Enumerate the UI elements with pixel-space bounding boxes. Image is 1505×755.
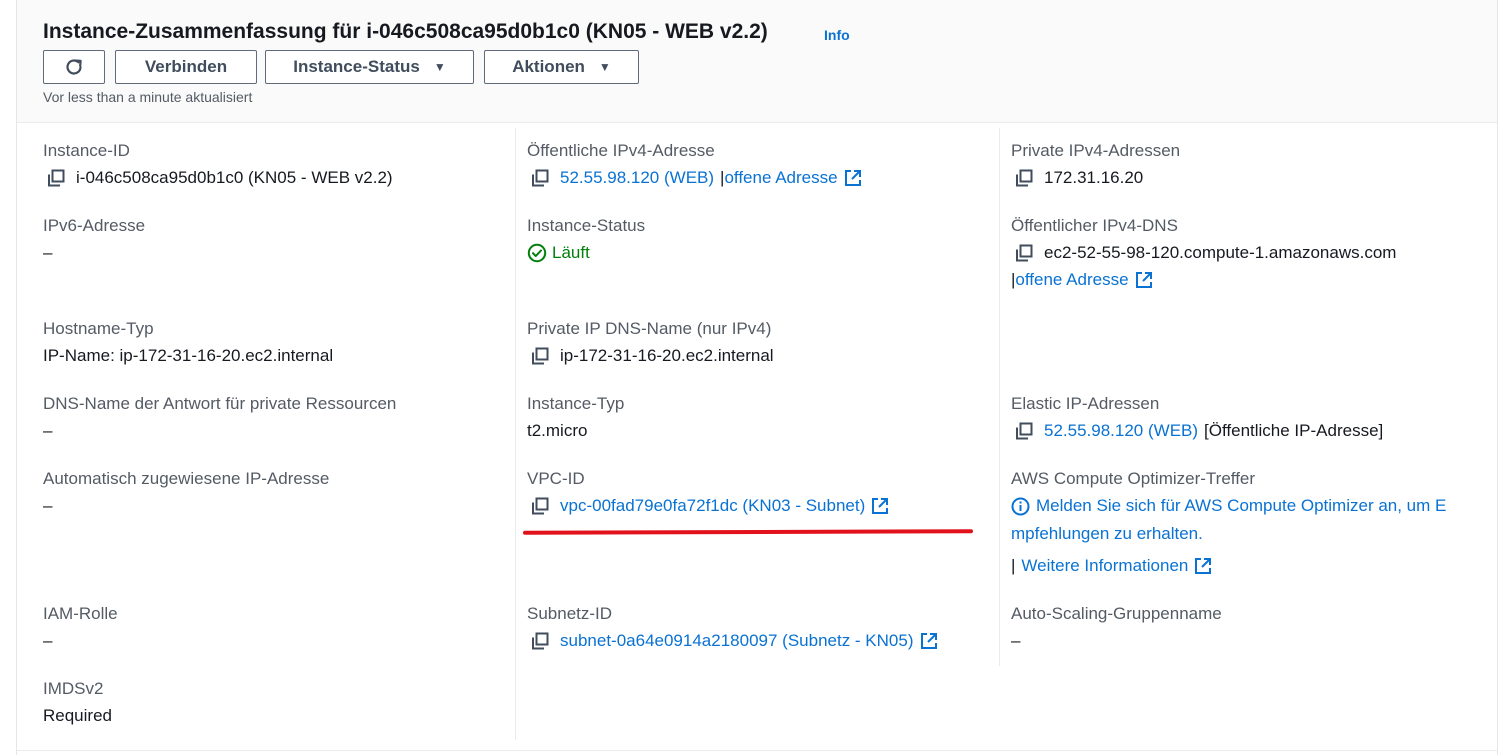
copy-icon[interactable] <box>1015 422 1033 440</box>
private-ipv4-label: Private IPv4-Adressen <box>1011 141 1181 160</box>
instance-id-value: i-046c508ca95d0b1c0 (KN05 - WEB v2.2) <box>47 168 393 188</box>
copy-icon[interactable] <box>1015 244 1033 262</box>
private-dns-label: Private IP DNS-Name (nur IPv4) <box>527 319 772 338</box>
caret-down-icon: ▼ <box>433 60 446 74</box>
elastic-ip-label: Elastic IP-Adressen <box>1011 394 1160 413</box>
refresh-button[interactable] <box>43 50 105 84</box>
instance-summary-panel: Instance-Zusammenfassung für i-046c508ca… <box>16 0 1498 755</box>
private-dns-value: ip-172-31-16-20.ec2.internal <box>531 346 774 366</box>
public-dns-label: Öffentlicher IPv4-DNS <box>1011 216 1178 235</box>
red-annotation-underline <box>522 529 974 535</box>
optimizer-signup-link-cont[interactable]: mpfehlungen zu erhalten. <box>1011 524 1203 544</box>
page-title: Instance-Zusammenfassung für i-046c508ca… <box>43 20 768 43</box>
more-info: | Weitere Informationen <box>1011 556 1212 576</box>
optimizer-line1: Melden Sie sich für AWS Compute Optimize… <box>1011 496 1446 516</box>
copy-icon[interactable] <box>531 632 549 650</box>
external-link-icon[interactable] <box>844 169 862 187</box>
actions-dropdown-label: Aktionen <box>512 57 585 76</box>
copy-icon[interactable] <box>531 347 549 365</box>
subnet-id-link[interactable]: subnet-0a64e0914a2180097 (Subnetz - KN05… <box>560 631 914 651</box>
vpc-id-value: vpc-00fad79e0fa72f1dc (KN03 - Subnet) <box>531 496 889 516</box>
connect-button[interactable]: Verbinden <box>115 50 257 84</box>
elastic-ip-link[interactable]: 52.55.98.120 (WEB) <box>1044 421 1198 441</box>
vpc-id-label: VPC-ID <box>527 469 585 488</box>
last-updated-text: Vor less than a minute aktualisiert <box>43 89 253 105</box>
more-info-link[interactable]: Weitere Informationen <box>1021 556 1188 576</box>
public-dns-text: ec2-52-55-98-120.compute-1.amazonaws.com <box>1044 243 1397 262</box>
hostname-type-label: Hostname-Typ <box>43 319 154 338</box>
elastic-ip-value: 52.55.98.120 (WEB) [Öffentliche IP-Adres… <box>1015 421 1383 441</box>
column-divider <box>515 128 516 740</box>
hostname-type-value: IP-Name: ip-172-31-16-20.ec2.internal <box>43 346 334 365</box>
connect-button-label: Verbinden <box>144 57 228 76</box>
summary-header: Instance-Zusammenfassung für i-046c508ca… <box>17 0 1497 123</box>
iam-role-value: – <box>43 631 53 650</box>
imdsv2-label: IMDSv2 <box>43 679 104 698</box>
asg-value: – <box>1011 631 1021 650</box>
ipv6-value: – <box>43 243 53 262</box>
open-address-link[interactable]: offene Adresse <box>1015 270 1128 290</box>
instance-id-text: i-046c508ca95d0b1c0 (KN05 - WEB v2.2) <box>76 168 393 187</box>
public-dns-value: ec2-52-55-98-120.compute-1.amazonaws.com <box>1015 243 1396 263</box>
public-ipv4-link[interactable]: 52.55.98.120 (WEB) <box>560 168 714 188</box>
public-ipv4-label: Öffentliche IPv4-Adresse <box>527 141 715 160</box>
actions-dropdown[interactable]: Aktionen ▼ <box>484 50 639 84</box>
caret-down-icon: ▼ <box>598 60 611 74</box>
asg-label: Auto-Scaling-Gruppenname <box>1011 604 1222 623</box>
auto-ip-label: Automatisch zugewiesene IP-Adresse <box>43 469 330 488</box>
public-dns-open-address: | offene Adresse <box>1011 270 1153 290</box>
instance-status-label: Instance-Status <box>527 216 646 235</box>
public-ipv4-value: 52.55.98.120 (WEB) | offene Adresse <box>531 168 862 188</box>
refresh-icon <box>66 59 82 75</box>
subnet-id-value: subnet-0a64e0914a2180097 (Subnetz - KN05… <box>531 631 938 651</box>
subnet-id-label: Subnetz-ID <box>527 604 613 623</box>
auto-ip-value: – <box>43 496 53 515</box>
elastic-ip-suffix: [Öffentliche IP-Adresse] <box>1204 421 1384 440</box>
ipv6-label: IPv6-Adresse <box>43 216 146 235</box>
open-address-link[interactable]: offene Adresse <box>724 168 837 188</box>
external-link-icon[interactable] <box>1194 557 1212 575</box>
iam-role-label: IAM-Rolle <box>43 604 118 623</box>
instance-status-dropdown[interactable]: Instance-Status ▼ <box>265 50 474 84</box>
panel-bottom-divider <box>17 750 1497 751</box>
external-link-icon[interactable] <box>1135 271 1153 289</box>
private-dns-text: ip-172-31-16-20.ec2.internal <box>560 346 774 365</box>
separator: | <box>1011 556 1016 575</box>
instance-type-label: Instance-Typ <box>527 394 625 413</box>
instance-status-value: Läuft <box>527 243 590 263</box>
copy-icon[interactable] <box>531 497 549 515</box>
external-link-icon[interactable] <box>920 632 938 650</box>
optimizer-label: AWS Compute Optimizer-Treffer <box>1011 469 1256 488</box>
optimizer-signup-link[interactable]: Melden Sie sich für AWS Compute Optimize… <box>1036 496 1446 516</box>
optimizer-line2: mpfehlungen zu erhalten. <box>1011 524 1203 544</box>
copy-icon[interactable] <box>47 169 65 187</box>
instance-id-label: Instance-ID <box>43 141 130 160</box>
info-link[interactable]: Info <box>824 27 850 43</box>
instance-status-dropdown-label: Instance-Status <box>293 57 420 76</box>
imdsv2-value: Required <box>43 706 112 725</box>
private-ipv4-value: 172.31.16.20 <box>1015 168 1143 188</box>
instance-type-value: t2.micro <box>527 421 588 440</box>
vpc-id-link[interactable]: vpc-00fad79e0fa72f1dc (KN03 - Subnet) <box>560 496 865 516</box>
copy-icon[interactable] <box>1015 169 1033 187</box>
column-divider <box>999 128 1000 666</box>
copy-icon[interactable] <box>531 169 549 187</box>
info-circle-icon <box>1011 497 1030 516</box>
private-ipv4-text: 172.31.16.20 <box>1044 168 1144 187</box>
external-link-icon[interactable] <box>871 497 889 515</box>
dns-answer-value: – <box>43 421 53 440</box>
dns-answer-label: DNS-Name der Antwort für private Ressour… <box>43 394 397 413</box>
instance-status-text: Läuft <box>552 243 590 262</box>
check-circle-icon <box>527 243 547 263</box>
